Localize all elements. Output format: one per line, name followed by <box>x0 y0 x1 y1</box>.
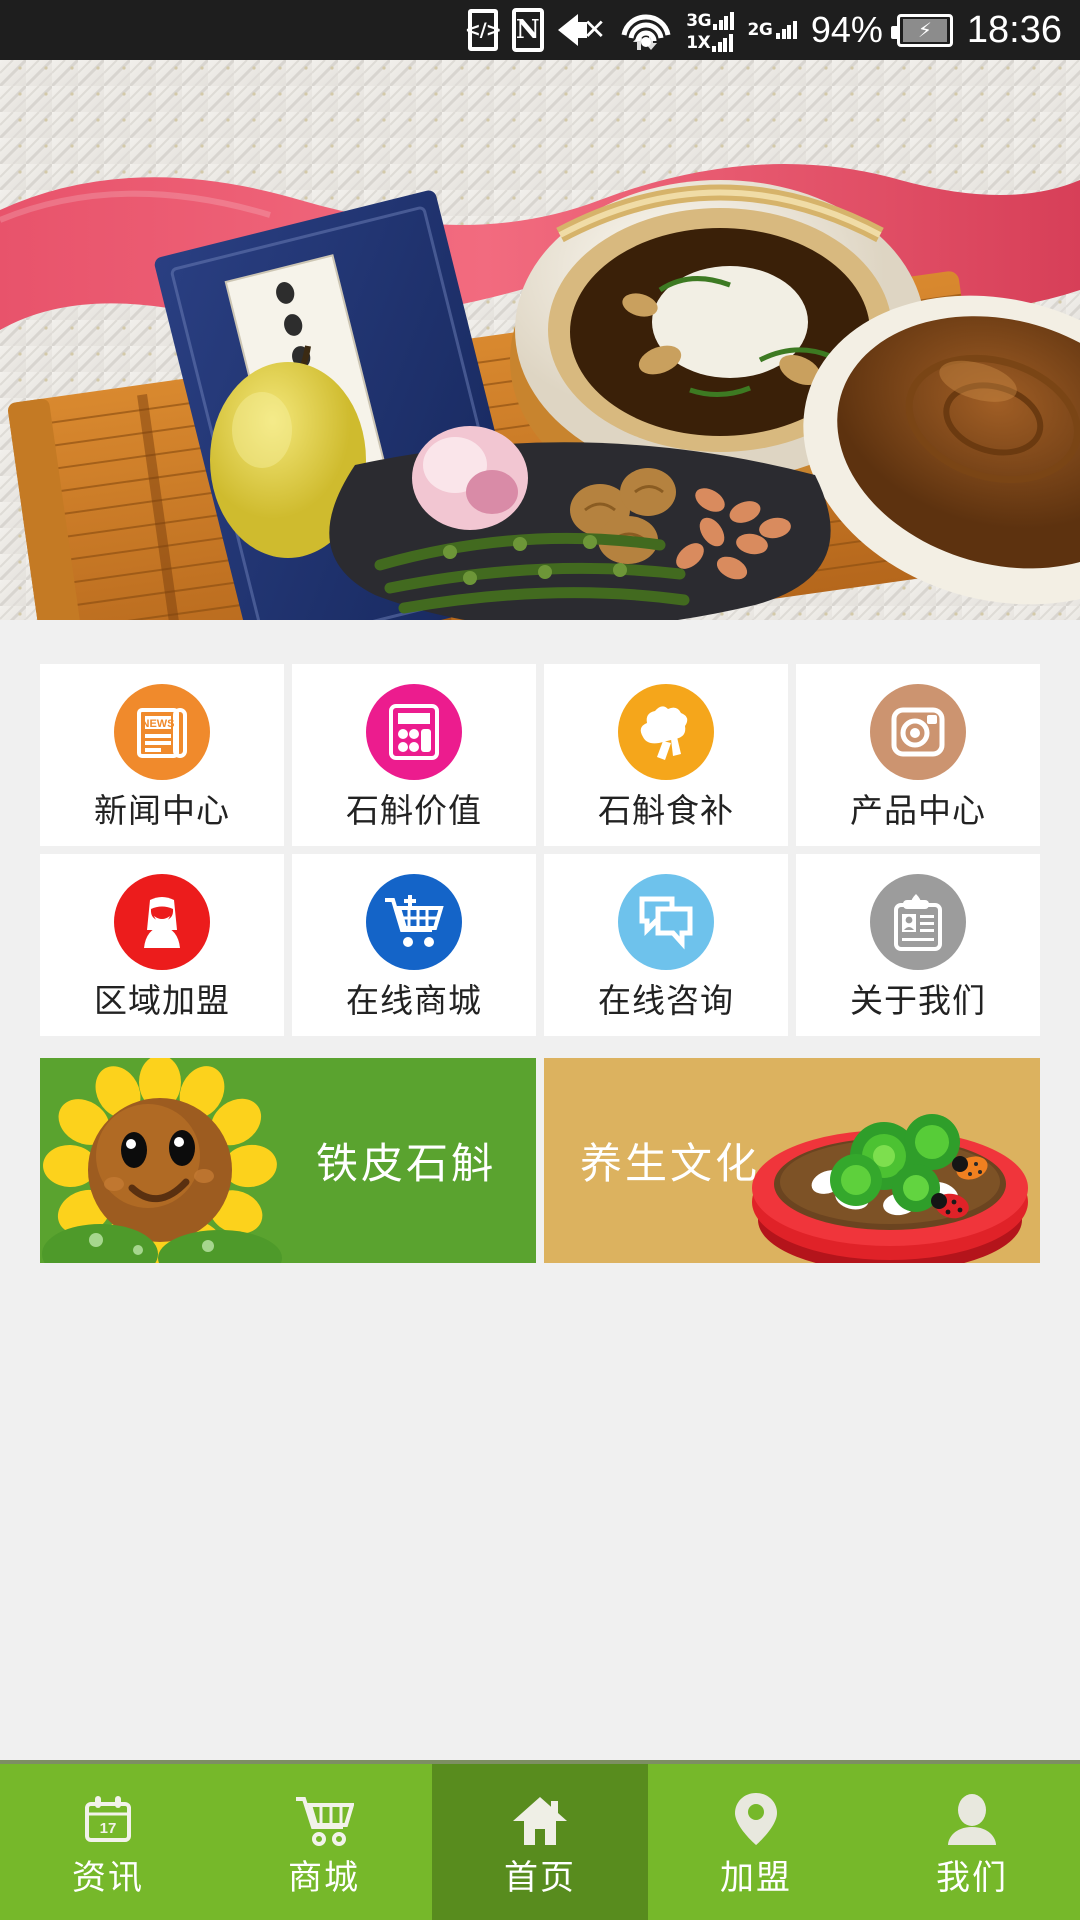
promo-banner-title: 铁皮石斛 <box>315 1139 496 1188</box>
tab-franchise[interactable]: 加盟 <box>648 1764 864 1920</box>
tab-label: 首页 <box>504 1858 576 1898</box>
id-card-icon <box>870 873 966 970</box>
grid-item-about-us[interactable]: 关于我们 <box>796 854 1040 1036</box>
main-content: NEWS 新闻中心 石斛价值 石斛食补 产品中心 区域加盟 在线商城 在线咨询 … <box>0 620 1080 1760</box>
signal-2g-label: 2G <box>747 20 773 40</box>
camera-icon <box>870 683 966 780</box>
grid-item-label: 产品中心 <box>850 790 986 830</box>
nfc-icon: N <box>511 8 544 52</box>
tab-label: 加盟 <box>720 1858 792 1898</box>
tab-label: 商城 <box>288 1858 360 1898</box>
home-icon <box>511 1789 569 1847</box>
grid-item-dendrobium-value[interactable]: 石斛价值 <box>292 664 536 846</box>
news-icon: NEWS <box>114 683 210 780</box>
battery-charging-icon: ⚡ <box>890 13 953 47</box>
svg-text:NEWS: NEWS <box>142 718 175 730</box>
grid-item-dendrobium-diet[interactable]: 石斛食补 <box>544 664 788 846</box>
signal-1x-label: 1X <box>686 32 711 53</box>
promo-banner-title: 养生文化 <box>580 1139 761 1188</box>
signal-2g-bars <box>776 21 797 39</box>
grid-item-label: 关于我们 <box>850 980 986 1020</box>
grid-item-label: 在线咨询 <box>598 980 734 1020</box>
chat-icon <box>618 873 714 970</box>
signal-3g-label: 3G <box>686 10 712 31</box>
grid-item-online-store[interactable]: 在线商城 <box>292 854 536 1036</box>
signal-3g-1x-icon: 3G 1X <box>686 9 734 53</box>
calculator-icon <box>366 683 462 780</box>
hero-banner-image[interactable] <box>0 60 1080 620</box>
clock-label: 18:36 <box>966 9 1062 51</box>
location-pin-icon <box>733 1789 779 1847</box>
grid-item-regional-franchise[interactable]: 区域加盟 <box>40 854 284 1036</box>
tab-label: 资讯 <box>72 1858 144 1898</box>
usb-debug-icon: </> <box>465 9 502 51</box>
promo-banner-dendrobium[interactable]: 铁皮石斛 <box>40 1058 536 1263</box>
tab-home[interactable]: 首页 <box>432 1764 648 1920</box>
wifi-icon <box>620 9 672 51</box>
speaker-shape <box>557 14 587 46</box>
svg-text:17: 17 <box>100 1820 117 1837</box>
grid-item-product-center[interactable]: 产品中心 <box>796 664 1040 846</box>
battery-percent-label: 94% <box>810 9 883 50</box>
promo-banner-row: 铁皮石斛 养生文化 <box>40 1058 1040 1263</box>
tab-news[interactable]: 17 资讯 <box>0 1764 216 1920</box>
grid-item-label: 石斛食补 <box>598 790 734 830</box>
user-icon <box>946 1789 998 1847</box>
grid-item-label: 在线商城 <box>346 980 482 1020</box>
app-screen: </> N ✕ 3G 1X 2G 94% ⚡ 18:36 NEWS 新闻中心 石… <box>0 0 1080 1920</box>
grid-item-online-consult[interactable]: 在线咨询 <box>544 854 788 1036</box>
tab-profile[interactable]: 我们 <box>864 1764 1080 1920</box>
person-red-icon <box>114 873 210 970</box>
signal-3g-bars <box>713 11 734 30</box>
promo-banner-wellness[interactable]: 养生文化 <box>544 1058 1040 1263</box>
mute-icon: ✕ <box>557 14 606 46</box>
broccoli-icon <box>618 683 714 780</box>
tab-store[interactable]: 商城 <box>216 1764 432 1920</box>
signal-2g-icon: 2G <box>748 21 797 39</box>
nfc-glyph: N <box>511 8 544 52</box>
status-bar: </> N ✕ 3G 1X 2G 94% ⚡ 18:36 <box>0 0 1080 60</box>
feature-grid: NEWS 新闻中心 石斛价值 石斛食补 产品中心 区域加盟 在线商城 在线咨询 … <box>40 664 1040 1036</box>
signal-1x-bars <box>712 33 733 52</box>
calendar-icon: 17 <box>81 1789 135 1847</box>
lightning-bolt-icon: ⚡ <box>917 18 932 42</box>
battery-fill: ⚡ <box>902 18 947 42</box>
cart-plus-icon <box>366 873 462 970</box>
grid-item-label: 石斛价值 <box>346 790 482 830</box>
grid-item-label: 新闻中心 <box>94 790 230 830</box>
grid-item-label: 区域加盟 <box>94 980 230 1020</box>
bottom-tab-bar: 17 资讯 商城 首页 加盟 我们 <box>0 1760 1080 1920</box>
usb-debug-glyph: </> <box>465 9 502 51</box>
grid-item-news-center[interactable]: NEWS 新闻中心 <box>40 664 284 846</box>
tab-label: 我们 <box>936 1858 1008 1898</box>
cart-icon <box>294 1789 354 1847</box>
